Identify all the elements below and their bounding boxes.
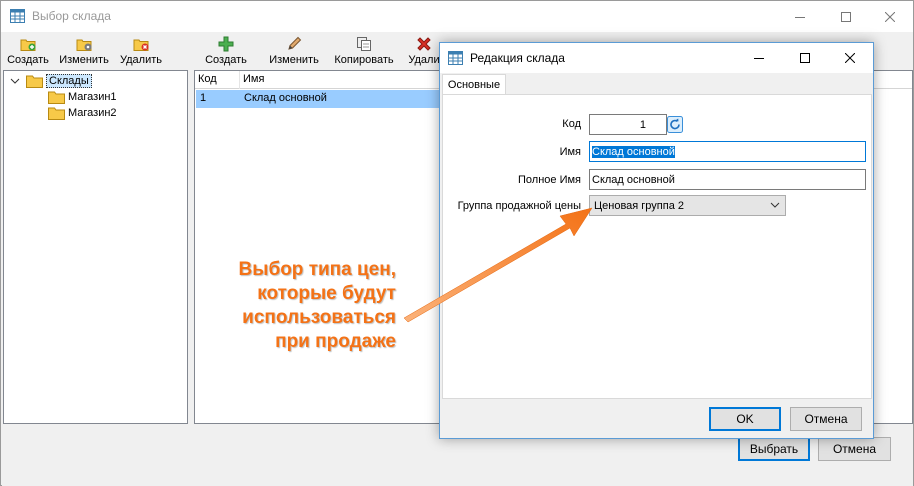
table-icon [448,51,463,65]
cancel-button[interactable]: Отмена [818,437,891,461]
maximize-icon [800,53,810,63]
tree-root[interactable]: Склады [10,73,92,89]
cell-name: Склад основной [244,92,327,104]
name-label: Имя [559,146,581,158]
maximize-button[interactable] [823,1,869,32]
pencil-icon [288,36,302,50]
window-title: Выбор склада [32,9,111,23]
callout-line-3: использоваться [242,307,396,328]
column-separator [239,71,240,89]
chevron-down-icon [770,202,780,208]
grid-copy-button[interactable]: Копировать [330,33,398,69]
plus-icon [218,36,234,52]
fullname-label: Полное Имя [518,174,581,186]
tree-toolbar: Создать Изменить Удалить [2,33,188,69]
table-row[interactable]: 1 Склад основной [196,90,456,108]
code-label: Код [562,118,581,130]
title-bar: Выбор склада [1,1,913,32]
callout-line-1: Выбор типа цен, [238,259,396,280]
close-button[interactable] [867,1,913,32]
folder-delete-icon [133,39,149,51]
tree-edit-button[interactable]: Изменить [58,33,110,69]
dialog-title: Редакция склада [470,51,565,65]
minimize-icon [795,16,805,18]
close-icon [885,11,895,22]
fullname-value: Склад основной [592,173,675,186]
folder-add-icon [20,39,36,51]
folder-icon [26,75,43,88]
close-icon [845,53,855,63]
dialog-button-bar: OK Отмена [440,401,873,438]
code-value: 1 [639,118,646,131]
table-icon [10,9,25,23]
code-field[interactable]: 1 [589,114,667,135]
column-code[interactable]: Код [198,73,217,85]
callout-line-4: при продаже [275,331,396,352]
chevron-down-icon [10,78,20,84]
folder-icon [48,107,65,120]
price-group-value: Ценовая группа 2 [594,199,685,212]
grid-create-button[interactable]: Создать [201,33,251,69]
warehouse-tree[interactable]: Склады Магазин1 Магазин2 [3,70,188,424]
price-group-label: Группа продажной цены [457,200,581,212]
copy-icon [357,37,371,51]
grid-delete-button[interactable]: Удали [407,33,441,69]
dialog-minimize-button[interactable] [736,43,782,73]
delete-x-icon [417,37,431,51]
maximize-icon [841,11,851,22]
ok-button[interactable]: OK [709,407,781,431]
tree-delete-button[interactable]: Удалить [117,33,165,69]
tree-item-label: Магазин2 [68,107,117,119]
tree-root-label: Склады [46,74,92,88]
tab-content: Код 1 Имя Склад основной Полное Имя Скла… [442,94,872,399]
edit-warehouse-dialog: Редакция склада Основные Код 1 Имя Склад… [439,42,874,439]
callout-line-2: которые будут [257,283,396,304]
dialog-title-bar: Редакция склада [440,43,873,73]
dialog-maximize-button[interactable] [782,43,828,73]
minimize-icon [754,58,764,59]
minimize-button[interactable] [777,1,823,32]
folder-icon [48,91,65,104]
tree-item-label: Магазин1 [68,91,117,103]
name-value: Склад основной [592,145,675,158]
tree-create-button[interactable]: Создать [6,33,50,69]
grid-edit-button[interactable]: Изменить [267,33,321,69]
tree-item[interactable]: Магазин1 [48,89,117,105]
refresh-icon[interactable] [667,116,683,133]
cell-code: 1 [200,92,207,104]
annotation-callout: Выбор типа цен, которые будут использова… [210,258,396,354]
tab-main[interactable]: Основные [442,74,506,95]
dialog-cancel-button[interactable]: Отмена [790,407,862,431]
tree-item[interactable]: Магазин2 [48,105,117,121]
folder-gear-icon [76,39,92,51]
fullname-field[interactable]: Склад основной [589,169,866,190]
dialog-close-button[interactable] [827,43,873,73]
price-group-select[interactable]: Ценовая группа 2 [589,195,786,216]
column-name[interactable]: Имя [243,73,264,85]
name-field[interactable]: Склад основной [589,141,866,162]
select-button[interactable]: Выбрать [738,437,810,461]
